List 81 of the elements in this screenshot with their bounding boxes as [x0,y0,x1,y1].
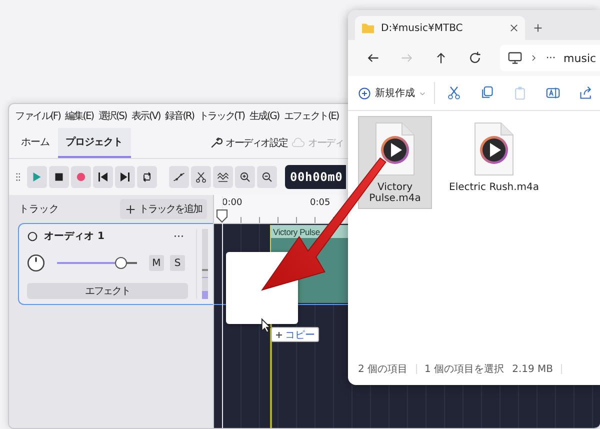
loop-icon [141,171,153,183]
file-name: Victory Pulse.m4a [368,182,422,204]
panel-label: トラック [19,203,59,216]
envelope-icon [173,171,185,183]
loop-button[interactable] [137,166,157,188]
scissors-icon [195,171,207,183]
silence-button[interactable] [213,166,233,188]
effects-button[interactable]: エフェクト [27,283,188,299]
close-button[interactable] [509,23,519,33]
status-text: 2.19 MB [512,364,554,374]
menu-item[interactable]: 編集(E) [65,109,94,123]
toolbar-button[interactable]: オーディオ設定 [208,136,288,150]
zoom-out-button[interactable] [257,166,277,188]
file-item[interactable]: Electric Rush.m4a [446,116,542,198]
menu-item[interactable]: 表示(V) [131,109,160,123]
add-circle-icon [358,86,371,100]
ruler-label: 0:05 [310,198,330,208]
cut-icon [447,86,461,100]
chevron-right-icon [530,53,538,63]
tab[interactable]: プロジェクト [58,128,130,158]
mute-button[interactable]: M [149,255,164,271]
add-track-button[interactable]: トラックを追加 [120,199,207,219]
chevron-down-icon [419,90,426,96]
level-meter-icon [202,229,208,299]
back-icon [366,51,380,65]
up-icon [434,51,448,65]
breadcrumb-overflow[interactable]: ··· [546,52,556,64]
breadcrumb-item[interactable]: music [564,52,596,64]
solo-button[interactable]: S [170,255,185,271]
track-name: オーディオ 1 [44,230,106,243]
stop-button[interactable] [49,166,69,188]
menu-item[interactable]: 録音(R) [165,109,194,123]
plus-icon [275,330,283,338]
record-icon [75,171,87,183]
menu-item[interactable]: トラック(T) [198,109,244,123]
menu-item[interactable]: ファイル(F) [15,109,60,123]
file-item[interactable]: Victory Pulse.m4a [358,116,432,209]
envelope-tool-button[interactable] [169,166,189,188]
zoom-in-icon [239,171,251,183]
wave-icon [217,171,229,183]
cloud-icon [291,136,306,150]
plus-icon [533,23,543,33]
folder-icon [361,22,375,34]
skip-to-start-button[interactable] [93,166,113,188]
skip-to-end-button[interactable] [115,166,135,188]
zoom-out-icon [261,171,273,183]
new-button[interactable]: 新規作成 [358,82,435,104]
wrench-icon [208,136,222,150]
more-button[interactable]: ··· [170,230,188,242]
tab[interactable]: ホーム [13,128,58,158]
file-name: Electric Rush.m4a [449,182,540,193]
plus-icon [125,204,136,214]
tooltip-text: コピー [285,328,315,342]
rename-icon [546,86,560,100]
refresh-icon [468,51,482,65]
slider-thumb[interactable] [115,257,127,269]
volume-slider[interactable] [57,257,137,269]
monitor-icon [508,51,522,65]
skip-to-start-icon [97,171,109,183]
time-display: 00h00m0 [285,165,346,189]
copy-icon [480,86,494,100]
stop-icon [53,171,65,183]
menu-item[interactable]: 生成(G) [249,109,279,123]
window-title: D:¥music¥MTBC [381,22,464,34]
skip-to-end-icon [119,171,131,183]
menu-item[interactable]: エフェクト(E) [284,109,338,123]
trim-button[interactable] [191,166,211,188]
forward-icon [400,51,414,65]
zoom-in-button[interactable] [235,166,255,188]
status-text: 2 個の項目 [358,363,408,376]
status-text: 1 個の項目を選択 [424,363,504,376]
paste-icon [513,86,527,100]
knob-icon [27,254,45,272]
close-icon [509,23,519,33]
ruler-label: 0:00 [222,198,242,208]
play-icon [31,171,43,183]
share-icon [579,86,593,100]
menu-item[interactable]: 選択(S) [98,109,126,123]
window-tab[interactable]: D:¥music¥MTBC [355,16,525,40]
radio-icon [27,230,38,242]
address-bar[interactable]: ··· music [500,45,600,71]
